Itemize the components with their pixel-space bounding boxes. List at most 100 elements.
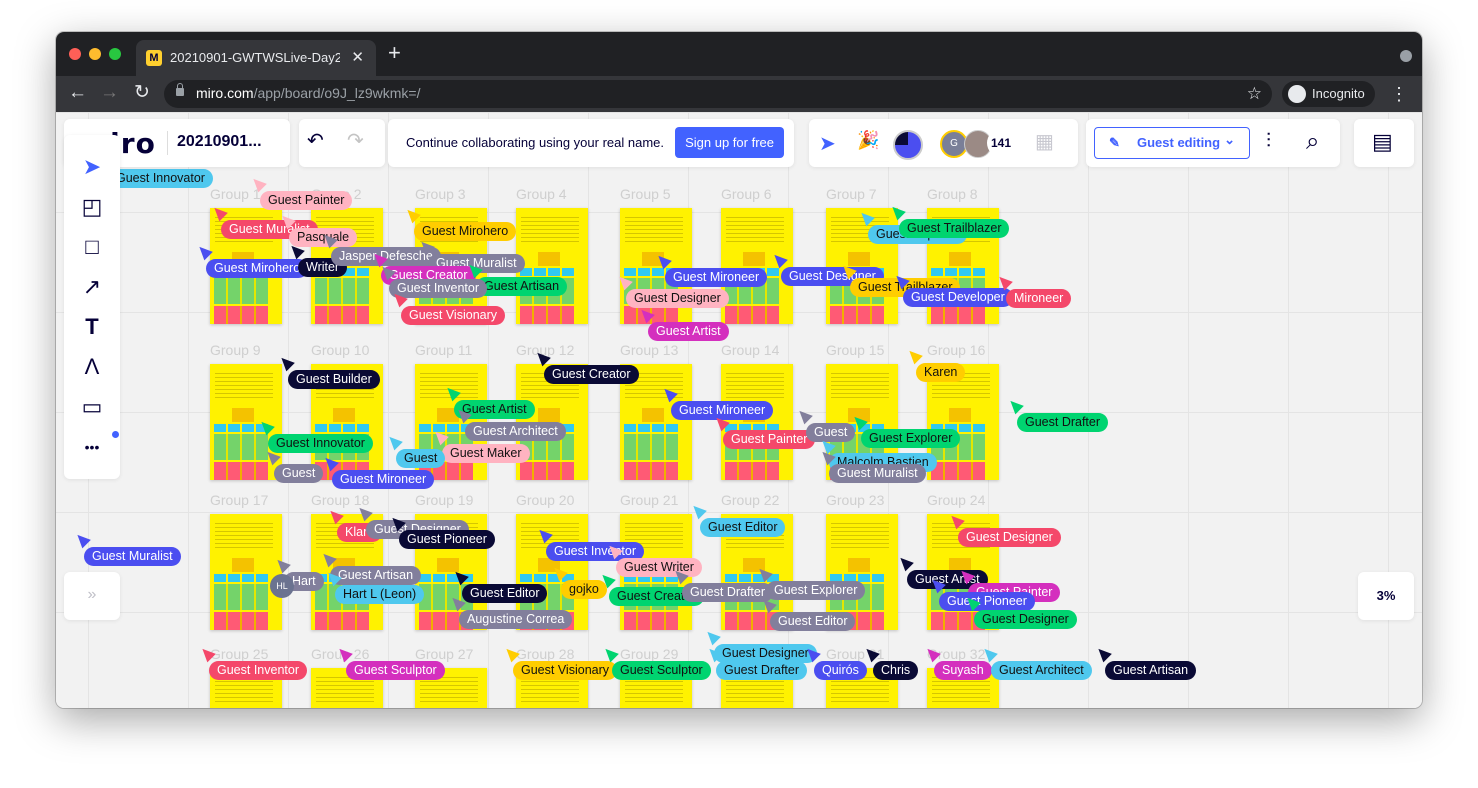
frame-cells-red	[725, 306, 779, 324]
board-canvas[interactable]: Group 1Group 2Group 3Group 4Group 5Group…	[56, 112, 1422, 708]
tab-strip: M 20210901-GWTWSLive-Day2, ✕ +	[56, 32, 1422, 76]
collaborator-cursor-label: Guest Visionary	[401, 306, 506, 325]
tab-title: 20210901-GWTWSLive-Day2,	[170, 50, 340, 65]
apps-grid-icon[interactable]: ▦	[1035, 129, 1054, 154]
frame-lines	[521, 214, 579, 242]
sticky-note-tool-icon[interactable]: ◰	[64, 187, 120, 227]
collaborator-cursor-label: Guest Inventor	[209, 661, 307, 680]
group-label: Group 27	[415, 646, 474, 662]
new-tab-button[interactable]: +	[388, 42, 401, 64]
group-frame[interactable]	[721, 208, 793, 324]
collaborator-cursor-label: Guest Mirohero	[414, 222, 517, 241]
back-button[interactable]: ←	[68, 82, 87, 104]
forward-button[interactable]: →	[100, 82, 119, 104]
sign-up-button[interactable]: Sign up for free	[675, 127, 784, 158]
chrome-menu-button[interactable]: ⋮	[1390, 84, 1408, 104]
pencil-icon: ✎	[1109, 135, 1120, 150]
tab-close-icon[interactable]: ✕	[351, 48, 364, 66]
pen-tool-icon[interactable]: Λ	[64, 347, 120, 387]
group-label: Group 24	[927, 492, 986, 508]
frame-cells-red	[214, 462, 268, 480]
notes-panel: ▤	[1354, 119, 1414, 167]
browser-toolbar: ← → ↻ miro.com/app/board/o9J_lz9wkmk=/ ☆…	[56, 76, 1422, 112]
collaborator-cursor-label: Quirós	[814, 661, 867, 680]
text-tool-icon[interactable]: T	[64, 307, 120, 347]
reload-button[interactable]: ↻	[134, 82, 150, 104]
group-frame[interactable]	[210, 514, 282, 630]
cursor-pointer-icon	[1094, 644, 1112, 663]
group-frame[interactable]	[721, 364, 793, 480]
comment-tool-icon[interactable]: ▭	[64, 387, 120, 427]
group-label: Group 9	[210, 342, 261, 358]
zoom-control[interactable]: 3%	[1358, 572, 1414, 620]
collaborator-cursor-label: Guest	[806, 423, 856, 442]
collaborator-cursor-label: Guest Pioneer	[939, 592, 1035, 611]
collaborator-cursor-label: Guest Painter	[260, 191, 353, 210]
search-icon[interactable]: ⌕	[1306, 128, 1319, 156]
frame-cells-red	[624, 612, 678, 630]
cursor-pointer-icon	[385, 432, 403, 451]
frame-cells-red	[214, 612, 268, 630]
frame-cells-blue	[624, 424, 678, 432]
collaboration-panel: ➤ 🎉 G 141 ▦	[809, 119, 1078, 167]
sticky-note	[232, 408, 254, 422]
timer-icon[interactable]	[893, 130, 923, 160]
sticky-note	[538, 252, 560, 266]
collaborator-cursor-label: Guest Sculptor	[346, 661, 445, 680]
frame-cells-green	[214, 278, 268, 304]
group-label: Group 22	[721, 492, 780, 508]
frame-lines	[726, 370, 784, 398]
group-label: Group 29	[620, 646, 679, 662]
minimize-window-button[interactable]	[89, 48, 101, 60]
undo-redo-panel: ↶ ↷	[299, 119, 385, 167]
frame-cells-green	[214, 434, 268, 460]
notes-icon[interactable]: ▤	[1372, 129, 1393, 155]
settings-sliders-icon[interactable]: ⫶	[1266, 130, 1271, 153]
expand-panel[interactable]: »	[64, 572, 120, 620]
connector-tool-icon[interactable]: ↗	[64, 267, 120, 307]
collaborator-cursor-label: Guest Sculptor	[612, 661, 711, 680]
collaborator-cursor-label: Guest Drafter	[716, 661, 808, 680]
collaborator-cursor-label: Guest Writer	[616, 558, 702, 577]
browser-tab[interactable]: M 20210901-GWTWSLive-Day2, ✕	[136, 40, 376, 76]
cursor-pointer-icon	[905, 346, 923, 365]
collaborator-cursor-label: Guest Artisan	[330, 566, 422, 585]
redo-icon[interactable]: ↷	[347, 128, 364, 153]
tab-search-button[interactable]	[1400, 50, 1412, 62]
browser-window: M 20210901-GWTWSLive-Day2, ✕ + ← → ↻ mir…	[56, 32, 1422, 708]
group-label: Group 5	[620, 186, 671, 202]
collaborator-cursor-label: Guest Mironeer	[665, 268, 768, 287]
participant-count[interactable]: 141	[987, 129, 1015, 157]
frame-cells-red	[725, 462, 779, 480]
cursor-filter-icon[interactable]: ➤	[819, 131, 836, 156]
collaborator-cursor-label: Guest Maker	[442, 444, 530, 463]
cursor-pointer-icon	[601, 644, 619, 663]
collaborator-cursor-label: Guest Drafter	[682, 583, 774, 602]
frame-lines	[726, 214, 784, 242]
notification-dot	[112, 431, 119, 438]
group-label: Group 4	[516, 186, 567, 202]
zoom-level: 3%	[1376, 588, 1396, 603]
frame-cells-green	[214, 584, 268, 610]
shape-tool-icon[interactable]: □	[64, 227, 120, 267]
select-tool-icon[interactable]: ➤	[64, 147, 120, 187]
guest-banner: Continue collaborating using your real n…	[388, 119, 794, 167]
board-title[interactable]: 20210901...	[177, 133, 262, 151]
bookmark-star-icon[interactable]: ☆	[1247, 84, 1262, 104]
frame-lines	[215, 370, 273, 398]
frame-cells-blue	[214, 574, 268, 582]
maximize-window-button[interactable]	[109, 48, 121, 60]
collaborator-cursor-label: Suyash	[934, 661, 992, 680]
group-frame[interactable]	[516, 208, 588, 324]
frame-cells-blue	[520, 268, 574, 276]
incognito-icon	[1288, 85, 1306, 103]
close-window-button[interactable]	[69, 48, 81, 60]
incognito-indicator[interactable]: Incognito	[1282, 81, 1375, 107]
guest-editing-dropdown[interactable]: ✎ Guest editing ⌄	[1094, 127, 1250, 159]
address-bar[interactable]: miro.com/app/board/o9J_lz9wkmk=/ ☆	[164, 80, 1272, 108]
celebrate-icon[interactable]: 🎉	[857, 130, 879, 151]
collaborator-cursor-label: Chris	[873, 661, 919, 680]
frame-cells-green	[315, 278, 369, 304]
collaborator-cursor-label: Guest Muralist	[829, 464, 926, 483]
undo-icon[interactable]: ↶	[307, 128, 324, 153]
